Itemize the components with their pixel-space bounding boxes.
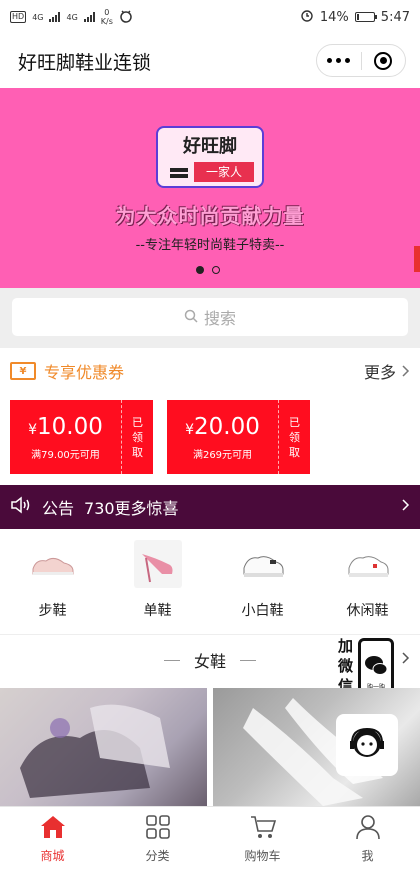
coupon-section-title: 专享优惠券	[44, 363, 125, 382]
tab-category[interactable]: 分类	[105, 807, 210, 871]
logo-title: 好旺脚	[183, 136, 237, 157]
tab-label: 商城	[40, 849, 65, 863]
coupon-main: ¥10.00 满79.00元可用	[10, 400, 122, 474]
section-title: 女鞋	[193, 652, 226, 671]
coupon-header: ¥ 专享优惠券 更多	[0, 348, 420, 394]
category-label: 单鞋	[143, 603, 172, 619]
home-icon	[39, 814, 67, 843]
hd-badge: HD	[10, 11, 27, 23]
carousel-indicator	[196, 266, 220, 274]
canvas-shoe-icon	[29, 540, 77, 588]
search-placeholder: 搜索	[203, 309, 236, 328]
bottom-tab-bar: 商城 分类 购物车 我	[0, 806, 420, 871]
net-speed-value: 0	[104, 8, 110, 17]
search-section: 搜索	[0, 288, 420, 348]
product-image[interactable]	[0, 688, 207, 806]
banner-subtitle: --专注年轻时尚鞋子特卖--	[135, 238, 285, 253]
side-edge-tab[interactable]	[414, 246, 420, 272]
coupon-condition: 满269元可用	[192, 449, 253, 461]
page-title: 好旺脚鞋业连锁	[18, 51, 152, 74]
coupon-more-link[interactable]: 更多	[364, 359, 410, 383]
tab-label: 我	[361, 849, 374, 863]
section-divider	[0, 634, 420, 635]
alarm-icon	[300, 8, 314, 26]
coupon-card[interactable]: ¥20.00 满269元可用 已领取	[167, 400, 310, 474]
notification-app-icon	[119, 9, 133, 26]
net-speed: 0 K/s	[101, 8, 113, 26]
casual-sneaker-icon	[344, 540, 392, 588]
net-speed-unit: K/s	[100, 17, 113, 26]
miniapp-capsule	[316, 44, 406, 77]
carousel-dot-active[interactable]	[196, 266, 204, 274]
cart-icon	[249, 814, 277, 843]
battery-icon	[354, 12, 377, 22]
category-label: 小白鞋	[241, 603, 284, 619]
notice-bar[interactable]: 公告 730更多惊喜	[0, 485, 420, 529]
coupon-status-text: 已领取	[132, 415, 143, 459]
coupon-list: ¥10.00 满79.00元可用 已领取 ¥20.00 满269元可用 已领取	[10, 400, 310, 474]
headset-agent-icon	[345, 721, 389, 769]
search-input[interactable]: 搜索	[12, 298, 408, 336]
category-item[interactable]: 单鞋	[118, 534, 198, 626]
tab-label: 购物车	[244, 849, 281, 863]
status-bar: HD 4G 4G 0 K/s 14% 5:47	[0, 0, 420, 34]
white-sneaker-icon	[239, 540, 287, 588]
speaker-icon	[10, 496, 32, 518]
status-left: HD 4G 4G 0 K/s	[10, 8, 133, 26]
signal-icon	[49, 12, 61, 22]
coupon-main: ¥20.00 满269元可用	[167, 400, 279, 474]
chevron-right-icon	[402, 499, 410, 515]
category-item[interactable]: 小白鞋	[223, 534, 303, 626]
chevron-right-icon	[402, 362, 410, 381]
coupon-status: 已领取	[279, 400, 310, 474]
battery-percent: 14%	[319, 9, 349, 25]
coupon-card[interactable]: ¥10.00 满79.00元可用 已领取	[10, 400, 153, 474]
clock: 5:47	[380, 9, 410, 25]
category-grid-icon	[145, 814, 171, 843]
search-icon	[184, 308, 198, 327]
logo-subtitle: 一家人	[194, 162, 254, 182]
tab-cart[interactable]: 购物车	[210, 807, 315, 871]
battery-level	[356, 14, 360, 20]
banner-carousel[interactable]: 好旺脚 一家人 为大众时尚贡献力量 --专注年轻时尚鞋子特卖--	[0, 88, 420, 288]
notice-label: 公告	[42, 499, 75, 518]
coupon-status-text: 已领取	[289, 415, 300, 459]
category-item[interactable]: 步鞋	[13, 534, 93, 626]
tab-label: 分类	[145, 849, 170, 863]
banner-slogan: 为大众时尚贡献力量	[115, 204, 305, 228]
title-line-left	[163, 659, 180, 661]
close-miniapp-button[interactable]	[362, 51, 406, 70]
category-row: 步鞋 单鞋 小白鞋 休闲鞋	[0, 534, 420, 626]
logo-dash-icon	[170, 168, 188, 172]
coupon-condition: 满79.00元可用	[31, 449, 100, 461]
tab-home[interactable]: 商城	[0, 807, 105, 871]
coupon-amount: ¥10.00	[28, 413, 103, 440]
more-label: 更多	[363, 363, 396, 382]
category-label: 步鞋	[38, 603, 67, 619]
customer-service-button[interactable]	[336, 714, 398, 776]
category-label: 休闲鞋	[346, 603, 389, 619]
carousel-dot[interactable]	[212, 266, 220, 274]
more-options-button[interactable]	[317, 58, 361, 63]
signal-icon-2	[83, 12, 95, 22]
brand-logo: 好旺脚 一家人	[156, 126, 264, 188]
status-right: 14% 5:47	[300, 8, 410, 26]
tab-profile[interactable]: 我	[315, 807, 420, 871]
coupon-amount: ¥20.00	[185, 413, 260, 440]
network-label-2: 4G	[66, 12, 78, 22]
close-circle-icon	[374, 51, 393, 70]
add-wechat-text: 加 微 信	[338, 637, 354, 695]
notice-text: 730更多惊喜	[84, 499, 179, 518]
title-line-right	[240, 659, 256, 661]
category-item[interactable]: 休闲鞋	[328, 534, 408, 626]
coupon-ticket-icon: ¥	[10, 362, 36, 380]
network-label-1: 4G	[32, 12, 44, 22]
high-heel-icon	[133, 540, 182, 588]
coupon-status: 已领取	[122, 400, 153, 474]
profile-icon	[355, 814, 381, 843]
